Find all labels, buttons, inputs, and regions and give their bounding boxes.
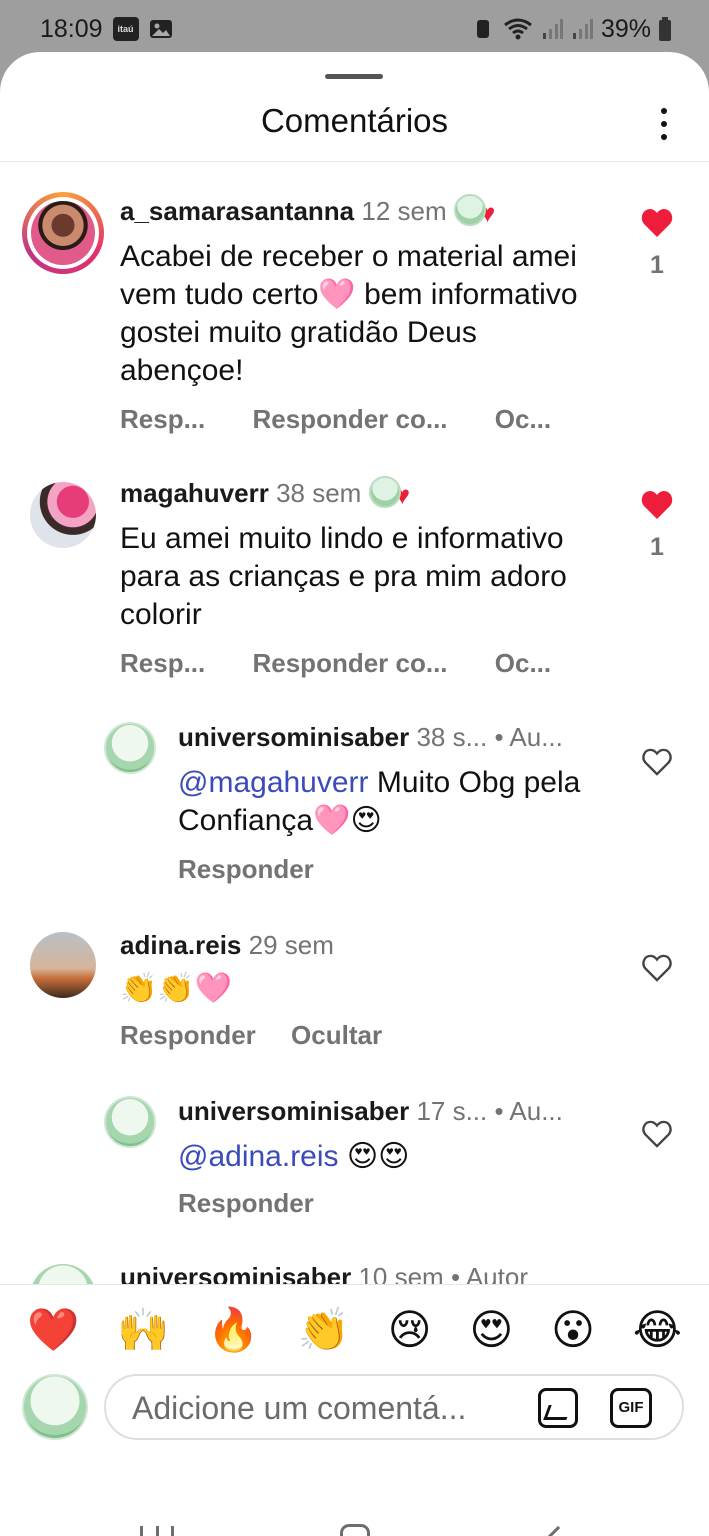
like-button[interactable]	[637, 954, 677, 987]
avatar[interactable]	[30, 482, 96, 548]
hide-button[interactable]: Ocultar	[291, 1020, 382, 1051]
current-user-avatar	[22, 1374, 88, 1440]
image-icon[interactable]	[538, 1388, 578, 1428]
reply-button[interactable]: Resp...	[120, 404, 205, 435]
reaction-heart[interactable]: ❤️	[27, 1308, 79, 1351]
reaction-surprised[interactable]: 😮	[551, 1308, 595, 1351]
comment-time: 17 s...	[416, 1096, 488, 1126]
comment-author[interactable]: universominisaber 38 s... • Au...	[178, 722, 563, 753]
back-icon[interactable]	[543, 1525, 573, 1536]
author-avatar-icon	[368, 476, 401, 509]
heart-filled-icon	[641, 491, 673, 519]
comment-author[interactable]: a_samarasantanna 12 sem ♥	[120, 194, 495, 229]
system-nav-bar	[0, 1446, 709, 1536]
comment-text: @magahuverr Muito Obg pela Confiança🩷😍	[178, 766, 581, 837]
battery-percent: 39%	[600, 14, 651, 43]
comment-actions: Responder	[178, 1188, 314, 1219]
avatar[interactable]	[30, 1264, 96, 1284]
like-button[interactable]	[637, 748, 677, 781]
comment-author[interactable]: magahuverr 38 sem ♥	[120, 476, 410, 511]
comment-item: universominisaber 10 sem • Autor	[0, 1262, 709, 1284]
comment-author[interactable]: universominisaber 10 sem • Autor	[120, 1262, 528, 1284]
comment-text: @adina.reis 😍😍	[178, 1140, 410, 1173]
author-avatar-icon	[453, 194, 486, 227]
reply-with-button[interactable]: Responder co...	[252, 648, 447, 679]
itau-app-icon: itaú	[112, 17, 139, 41]
comment-text: 👏👏🩷	[120, 972, 233, 1005]
comment-actions: Resp... Responder co... Oc...	[120, 404, 551, 435]
comment-actions: Responder	[178, 854, 314, 885]
comment-input-placeholder: Adicione um comentá...	[132, 1390, 467, 1426]
author-badge: • Au...	[494, 722, 563, 752]
hide-button[interactable]: Oc...	[495, 648, 551, 679]
more-vertical-icon[interactable]	[651, 104, 677, 144]
reaction-fire[interactable]: 🔥	[207, 1308, 259, 1351]
like-button[interactable]: 1	[637, 490, 677, 562]
heart-outline-icon	[642, 1120, 672, 1148]
like-button[interactable]: 1	[637, 208, 677, 280]
home-icon[interactable]	[340, 1524, 370, 1536]
mention-link[interactable]: @magahuverr	[178, 766, 369, 799]
comment-time: 29 sem	[248, 930, 334, 960]
status-bar: 18:09 itaú 39%	[0, 0, 709, 58]
comment-time: 10 sem	[358, 1262, 444, 1284]
reply-with-button[interactable]: Responder co...	[252, 404, 447, 435]
reaction-heart-eyes[interactable]: 😍	[469, 1308, 513, 1351]
reaction-clap[interactable]: 👏	[298, 1308, 350, 1351]
avatar[interactable]	[30, 932, 96, 998]
like-count: 1	[650, 533, 664, 561]
drag-handle[interactable]	[325, 74, 383, 79]
signal-icon	[542, 19, 563, 39]
avatar[interactable]	[104, 722, 156, 774]
image-icon	[149, 20, 172, 38]
recent-apps-icon[interactable]	[140, 1526, 174, 1536]
sheet-title: Comentários	[260, 102, 449, 139]
comment-time: 38 sem	[276, 478, 362, 508]
mention-link[interactable]: @adina.reis	[178, 1140, 339, 1173]
comment-text: Eu amei muito lindo e informativo para a…	[120, 522, 567, 631]
reaction-raised-hands[interactable]: 🙌	[117, 1308, 169, 1351]
vibrate-icon	[476, 20, 489, 38]
reply-button[interactable]: Responder	[178, 1188, 314, 1219]
quick-reactions-bar: ❤️ 🙌 🔥 👏 😢 😍 😮 😂	[0, 1284, 709, 1374]
heart-outline-icon	[642, 748, 672, 776]
heart-outline-icon	[642, 954, 672, 982]
sheet-header: Comentários	[0, 88, 709, 162]
reply-button[interactable]: Responder	[178, 854, 314, 885]
comment-actions: Resp... Responder co... Oc...	[120, 648, 551, 679]
gif-icon[interactable]: GIF	[610, 1388, 652, 1428]
like-count: 1	[650, 251, 664, 279]
wifi-icon	[504, 18, 532, 40]
author-badge: • Autor	[450, 1262, 528, 1284]
reaction-cry[interactable]: 😢	[388, 1308, 432, 1351]
like-button[interactable]	[637, 1120, 677, 1153]
comment-time: 38 s...	[416, 722, 488, 752]
avatar[interactable]	[31, 201, 95, 265]
reply-button[interactable]: Resp...	[120, 648, 205, 679]
signal-icon	[572, 19, 593, 39]
author-badge: • Au...	[494, 1096, 563, 1126]
comment-actions: Responder Ocultar	[120, 1020, 382, 1051]
comment-author[interactable]: universominisaber 17 s... • Au...	[178, 1096, 563, 1127]
battery-icon	[659, 17, 671, 41]
comment-input[interactable]: Adicione um comentá... GIF	[104, 1374, 684, 1440]
comment-time: 12 sem	[361, 196, 447, 226]
clock: 18:09	[40, 14, 103, 43]
comments-sheet: Comentários a_samarasantanna 12 sem ♥ Ac…	[0, 52, 709, 1536]
comment-author[interactable]: adina.reis 29 sem	[120, 930, 334, 961]
reply-button[interactable]: Responder	[120, 1020, 256, 1051]
heart-filled-icon	[641, 209, 673, 237]
comment-composer: Adicione um comentá... GIF	[0, 1374, 709, 1446]
comment-text: Acabei de receber o material amei vem tu…	[120, 240, 578, 387]
hide-button[interactable]: Oc...	[495, 404, 551, 435]
avatar[interactable]	[104, 1096, 156, 1148]
reaction-laugh[interactable]: 😂	[633, 1308, 682, 1351]
